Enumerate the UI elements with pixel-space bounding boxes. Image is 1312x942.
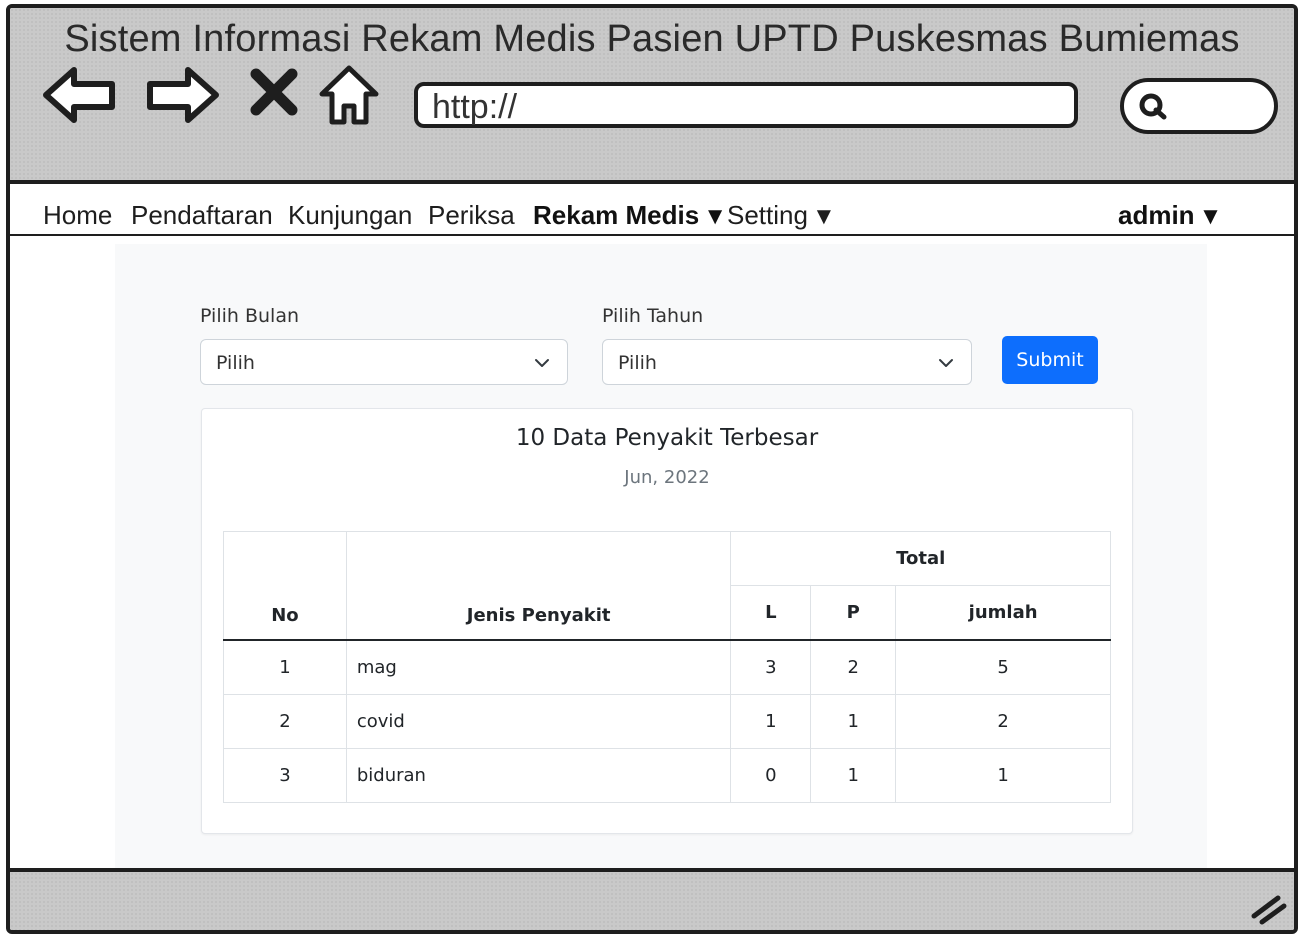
menu-setting-label: Setting (727, 200, 808, 230)
main-menu: Home Pendaftaran Kunjungan Periksa Rekam… (10, 184, 1294, 236)
cell-disease: mag (345, 639, 732, 695)
cell-female: 2 (810, 639, 897, 695)
header-male: L (730, 585, 812, 641)
browser-window: Sistem Informasi Rekam Medis Pasien UPTD… (6, 4, 1298, 934)
search-icon (1139, 93, 1167, 120)
cell-male: 1 (730, 694, 812, 749)
browser-toolbar: Sistem Informasi Rekam Medis Pasien UPTD… (10, 8, 1294, 184)
user-name: admin (1118, 200, 1195, 230)
menu-setting[interactable]: Setting ▼ (727, 200, 836, 231)
cell-disease: biduran (345, 748, 732, 803)
dropdown-caret-icon: ▼ (811, 203, 836, 230)
report-period: Jun, 2022 (624, 467, 710, 488)
dropdown-caret-icon: ▼ (703, 203, 727, 230)
month-select-value: Pilih (216, 352, 255, 374)
year-select[interactable]: Pilih (602, 339, 972, 385)
header-total: Total (730, 531, 1111, 586)
report-title: 10 Data Penyakit Terbesar (515, 425, 819, 451)
resize-grip-icon[interactable] (1248, 886, 1288, 926)
month-label: Pilih Bulan (200, 305, 299, 327)
cell-female: 1 (810, 748, 897, 803)
home-icon (319, 65, 379, 125)
year-label: Pilih Tahun (602, 305, 704, 327)
cell-male: 3 (730, 639, 812, 695)
content-panel: Pilih Bulan Pilih Pilih Tahun Pilih Subm… (115, 244, 1207, 868)
chevron-down-icon (939, 359, 953, 367)
cell-sum: 2 (895, 694, 1111, 749)
forward-button[interactable] (142, 60, 222, 130)
header-disease: Jenis Penyakit (345, 531, 732, 641)
cell-sum: 5 (895, 639, 1111, 695)
cell-no: 3 (223, 748, 347, 803)
menu-rekam-medis-label: Rekam Medis (533, 200, 700, 230)
table-row: 2 covid 1 1 2 (223, 694, 1111, 749)
header-sum: jumlah (895, 585, 1111, 641)
cell-sum: 1 (895, 748, 1111, 803)
table-row: 1 mag 3 2 5 (223, 639, 1111, 695)
chevron-down-icon (535, 359, 549, 367)
close-icon (250, 68, 298, 116)
menu-pendaftaran[interactable]: Pendaftaran (131, 200, 273, 231)
cell-disease: covid (345, 694, 732, 749)
dropdown-caret-icon: ▼ (1198, 203, 1223, 230)
home-button[interactable] (314, 60, 384, 130)
status-bar (10, 868, 1294, 930)
cell-male: 0 (730, 748, 812, 803)
header-female: P (810, 585, 897, 641)
submit-button[interactable]: Submit (1002, 336, 1098, 384)
stop-button[interactable] (246, 60, 302, 130)
header-no: No (223, 531, 347, 641)
back-button[interactable] (40, 60, 120, 130)
forward-arrow-icon (147, 67, 219, 123)
menu-home[interactable]: Home (43, 200, 112, 231)
cell-no: 2 (223, 694, 347, 749)
month-select[interactable]: Pilih (200, 339, 568, 385)
report-card: 10 Data Penyakit Terbesar Jun, 2022 No J… (201, 408, 1133, 834)
address-bar[interactable]: http:// (414, 82, 1078, 128)
cell-no: 1 (223, 639, 347, 695)
year-select-value: Pilih (618, 352, 657, 374)
disease-table: No Jenis Penyakit Total L P jumlah 1 mag… (223, 531, 1111, 803)
address-text: http:// (432, 88, 518, 126)
back-arrow-icon (43, 67, 115, 123)
menu-kunjungan[interactable]: Kunjungan (288, 200, 412, 231)
menu-rekam-medis[interactable]: Rekam Medis ▼ (533, 200, 727, 231)
user-menu[interactable]: admin ▼ (1118, 200, 1222, 231)
menu-periksa[interactable]: Periksa (428, 200, 515, 231)
window-title: Sistem Informasi Rekam Medis Pasien UPTD… (64, 18, 1240, 60)
browser-search-box[interactable] (1120, 78, 1278, 134)
table-row: 3 biduran 0 1 1 (223, 748, 1111, 803)
cell-female: 1 (810, 694, 897, 749)
